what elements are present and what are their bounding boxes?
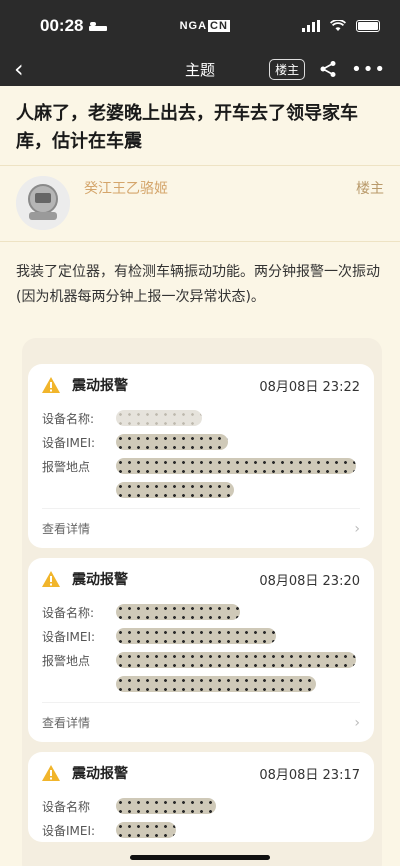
home-indicator	[130, 855, 270, 860]
alert-card[interactable]: 震动报警 08月08日 23:20 设备名称: 设备IMEI: 报警地点 查看详…	[28, 558, 374, 742]
alert-time: 08月08日 23:17	[259, 767, 360, 783]
only-op-toggle[interactable]: 楼主	[269, 58, 306, 80]
redaction	[116, 434, 228, 450]
view-details-link[interactable]: 查看详情	[42, 714, 90, 731]
share-icon[interactable]	[319, 60, 337, 78]
status-bar: 00:28 NGA CN	[0, 0, 400, 52]
warning-icon	[42, 377, 60, 393]
post-body: 我装了定位器，有检测车辆振动功能。两分钟报警一次振动(因为机器每两分钟上报一次异…	[16, 264, 380, 305]
alert-card[interactable]: 震动报警 08月08日 23:17 设备名称 设备IMEI:	[28, 752, 374, 842]
alert-title: 震动报警	[72, 572, 128, 588]
author-name[interactable]: 癸江王乙骆姬	[84, 178, 168, 198]
thread-title: 人麻了，老婆晚上出去，开车去了领导家车库，估计在车震	[0, 86, 400, 166]
redaction	[116, 676, 316, 692]
field-label: 报警地点	[42, 653, 91, 668]
field-label: 设备IMEI:	[42, 629, 96, 644]
redaction	[116, 628, 276, 644]
warning-icon	[42, 765, 60, 781]
redaction	[116, 410, 202, 426]
embedded-screenshot: 震动报警 08月08日 23:22 设备名称: 设备IMEI: 报警地点 查看详…	[22, 338, 382, 866]
author-row: 癸江王乙骆姬 楼主	[0, 166, 400, 242]
nav-bar: ‹ 主题 楼主 •••	[0, 52, 400, 86]
view-details-link[interactable]: 查看详情	[42, 520, 90, 537]
op-badge: 楼主	[356, 181, 384, 197]
status-time: 00:28	[40, 16, 84, 35]
redaction	[116, 822, 176, 838]
redaction	[116, 652, 356, 668]
alert-time: 08月08日 23:20	[259, 573, 360, 589]
redaction	[116, 458, 356, 474]
bed-icon	[89, 21, 108, 31]
wifi-icon	[329, 20, 346, 31]
warning-icon	[42, 571, 60, 587]
chevron-right-icon: ›	[354, 714, 360, 731]
alert-time: 08月08日 23:22	[259, 379, 360, 395]
chevron-right-icon: ›	[354, 520, 360, 537]
redaction	[116, 604, 240, 620]
field-label: 设备名称:	[42, 411, 95, 426]
signal-icon	[301, 20, 320, 32]
redaction	[116, 482, 234, 498]
field-label: 设备名称	[42, 799, 91, 814]
avatar[interactable]	[16, 176, 70, 230]
alert-card[interactable]: 震动报警 08月08日 23:22 设备名称: 设备IMEI: 报警地点 查看详…	[28, 364, 374, 548]
field-label: 设备IMEI:	[42, 435, 96, 450]
field-label: 设备名称:	[42, 605, 95, 620]
redaction	[116, 798, 216, 814]
nav-title: 主题	[184, 60, 216, 79]
app-logo: NGA CN	[179, 20, 230, 32]
status-icons	[301, 20, 380, 32]
alert-title: 震动报警	[72, 766, 128, 782]
battery-icon	[355, 20, 380, 32]
more-icon[interactable]: •••	[351, 59, 386, 80]
alert-title: 震动报警	[72, 378, 128, 394]
field-label: 报警地点	[42, 459, 91, 474]
back-icon[interactable]: ‹	[14, 57, 44, 81]
field-label: 设备IMEI:	[42, 823, 96, 838]
